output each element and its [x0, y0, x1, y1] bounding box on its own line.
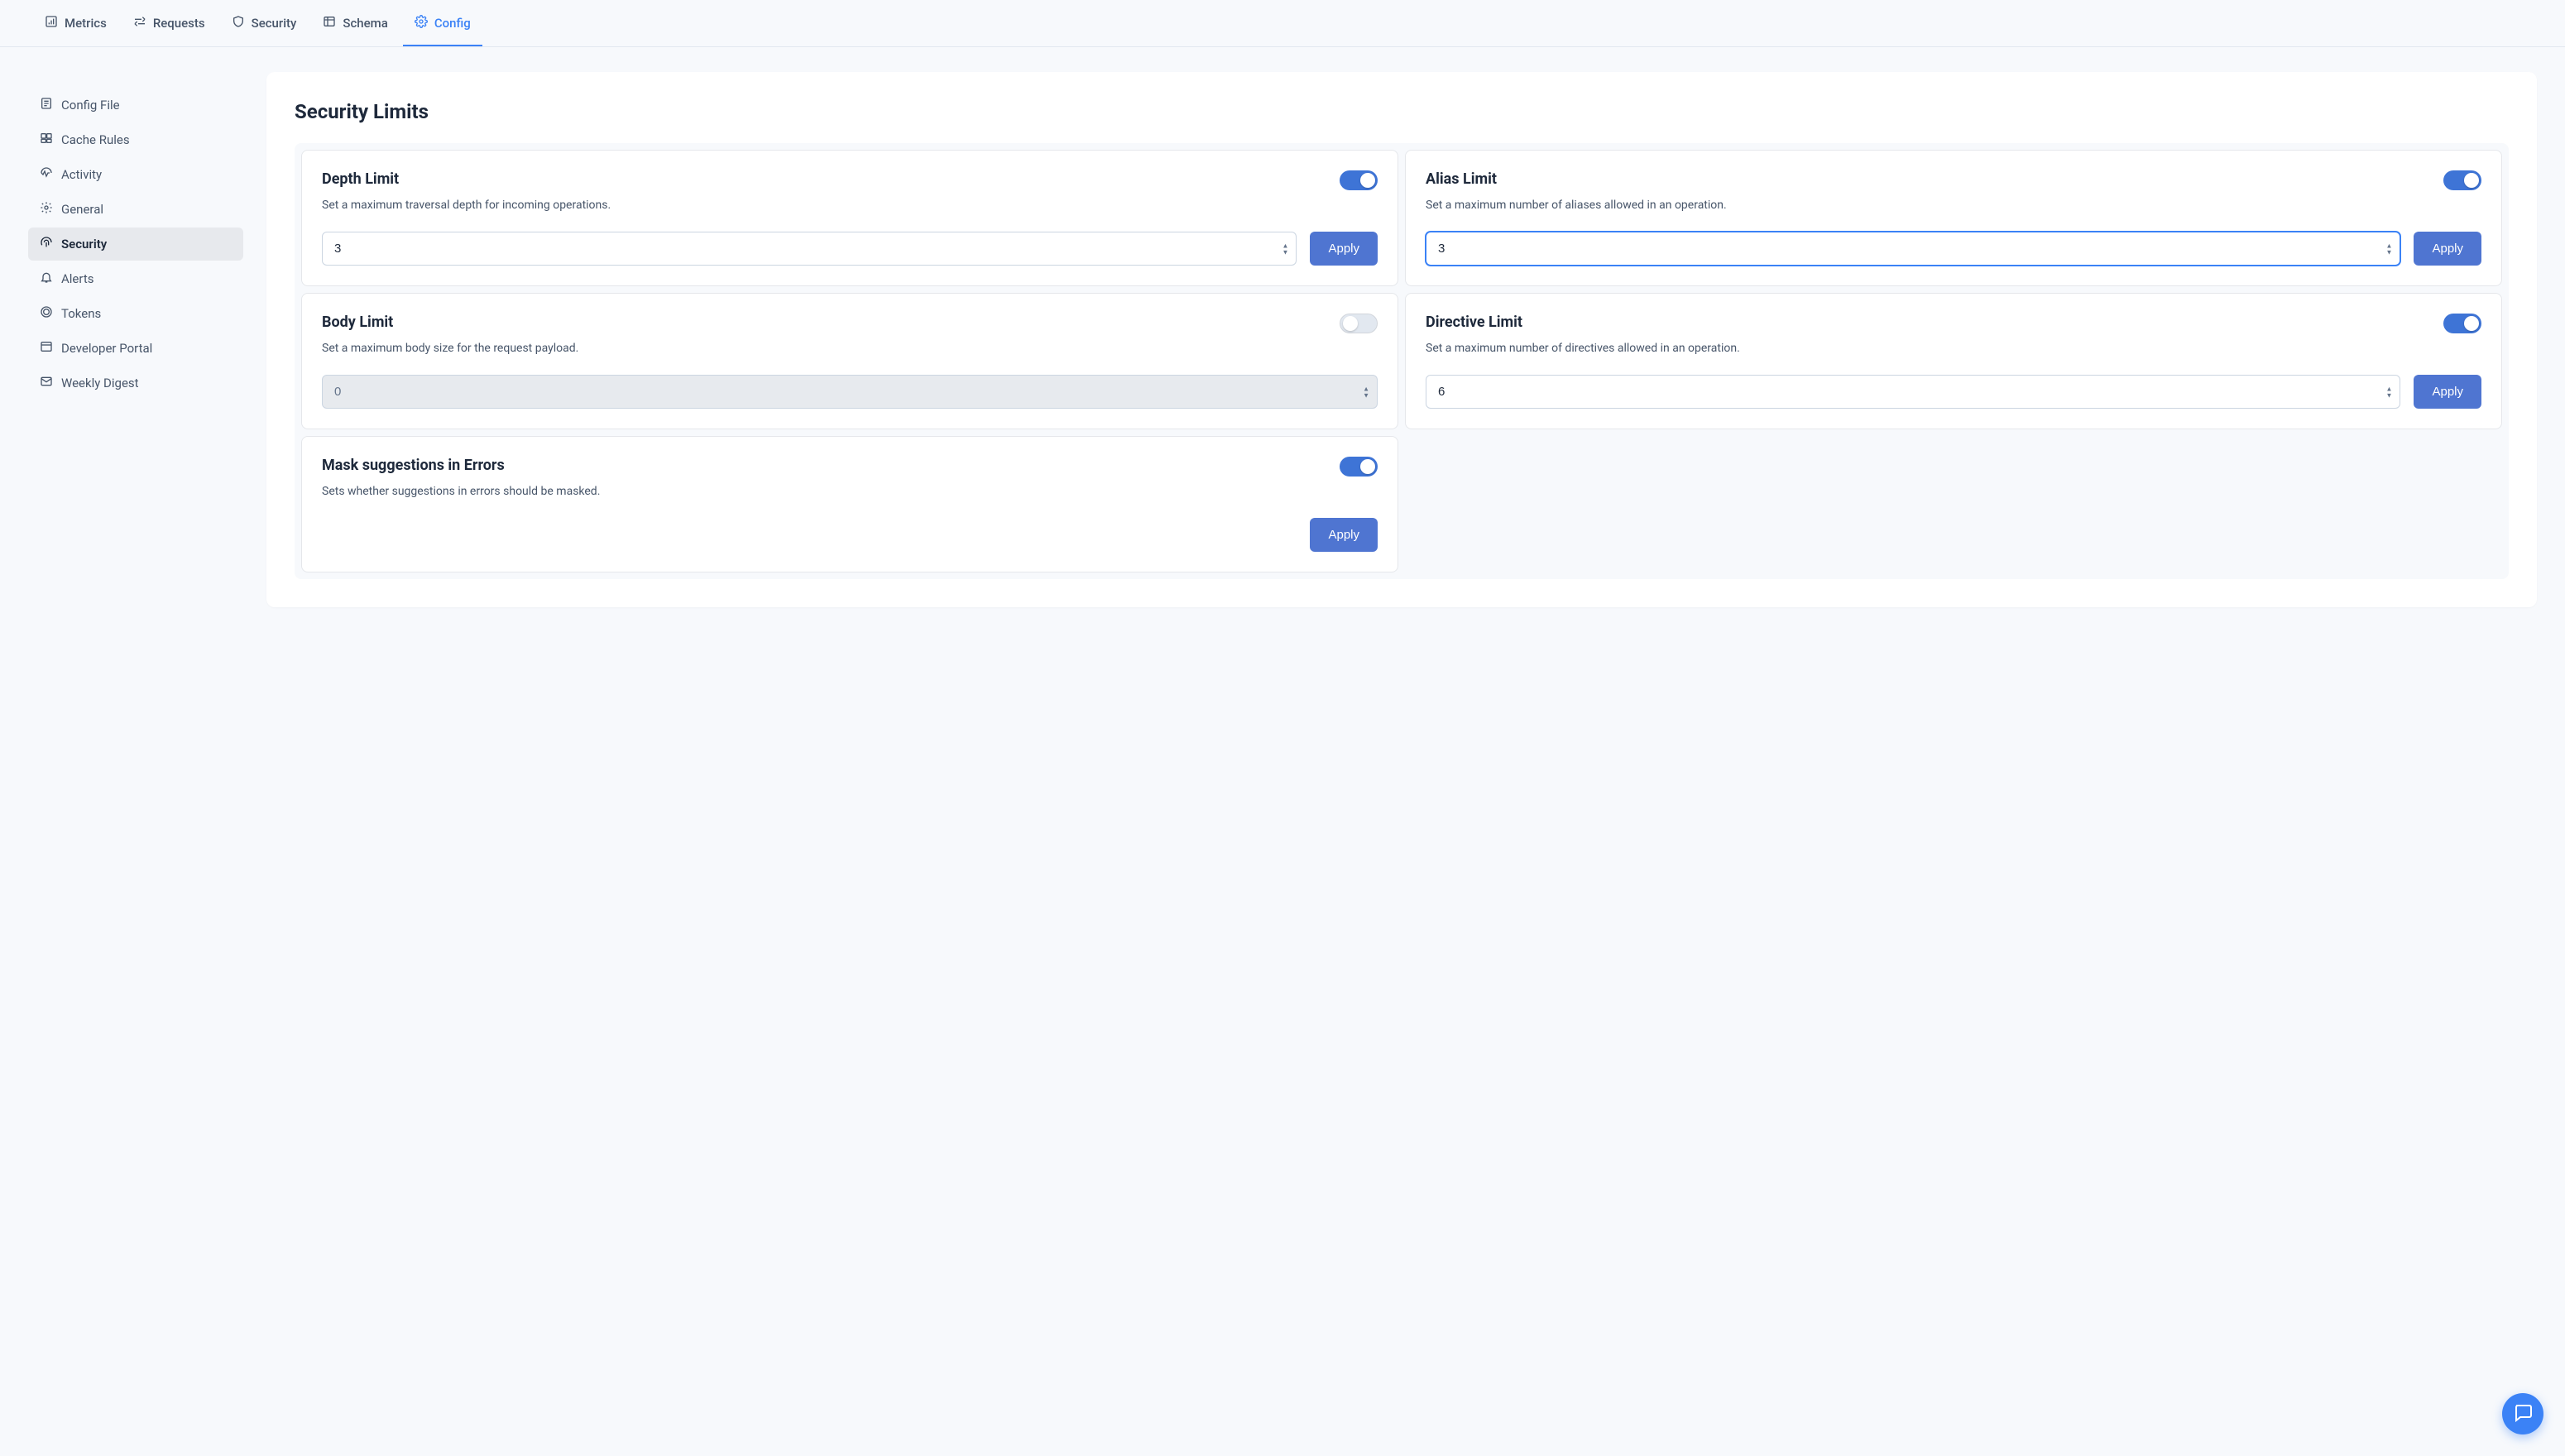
requests-icon — [133, 15, 146, 31]
sidebar-item-activity[interactable]: Activity — [28, 158, 243, 191]
depth-limit-input[interactable] — [322, 232, 1297, 266]
sidebar-item-tokens[interactable]: Tokens — [28, 297, 243, 330]
depth-limit-apply-button[interactable]: Apply — [1310, 232, 1378, 266]
mail-icon — [40, 375, 53, 391]
page-title: Security Limits — [295, 100, 2509, 123]
body-limit-toggle[interactable] — [1340, 314, 1378, 333]
card-title: Directive Limit — [1426, 314, 1522, 331]
schema-icon — [323, 15, 336, 31]
bell-icon — [40, 271, 53, 287]
sidebar-item-label: Tokens — [61, 306, 101, 321]
sidebar-item-label: Security — [61, 237, 107, 251]
tab-requests[interactable]: Requests — [122, 0, 217, 46]
fingerprint-icon — [40, 236, 53, 252]
stepper-icon: ▲▼ — [1361, 386, 1371, 398]
sidebar-item-label: Alerts — [61, 271, 94, 286]
sidebar-item-security[interactable]: Security — [28, 228, 243, 261]
sidebar-item-label: Config File — [61, 98, 120, 113]
sidebar: Config File Cache Rules Activity General… — [28, 72, 243, 607]
stepper-icon[interactable]: ▲▼ — [1281, 242, 1291, 255]
sidebar-item-label: Activity — [61, 167, 102, 182]
alias-limit-toggle[interactable] — [2443, 170, 2481, 190]
tab-label: Schema — [343, 16, 387, 31]
card-desc: Sets whether suggestions in errors shoul… — [322, 485, 1378, 498]
sidebar-item-alerts[interactable]: Alerts — [28, 262, 243, 295]
card-body-limit: Body Limit Set a maximum body size for t… — [301, 293, 1398, 429]
card-desc: Set a maximum number of directives allow… — [1426, 342, 2481, 355]
sidebar-item-cache-rules[interactable]: Cache Rules — [28, 123, 243, 156]
coin-icon — [40, 305, 53, 322]
tab-schema[interactable]: Schema — [311, 0, 399, 46]
chat-icon — [2513, 1402, 2533, 1425]
card-depth-limit: Depth Limit Set a maximum traversal dept… — [301, 150, 1398, 286]
card-title: Depth Limit — [322, 170, 399, 188]
cache-icon — [40, 132, 53, 148]
card-mask-errors: Mask suggestions in Errors Sets whether … — [301, 436, 1398, 572]
directive-limit-input[interactable] — [1426, 375, 2400, 409]
sidebar-item-label: General — [61, 202, 103, 217]
top-tabs: Metrics Requests Security Schema Config — [0, 0, 2565, 47]
card-desc: Set a maximum traversal depth for incomi… — [322, 199, 1378, 212]
directive-limit-toggle[interactable] — [2443, 314, 2481, 333]
tab-label: Requests — [153, 16, 205, 31]
sidebar-item-label: Weekly Digest — [61, 376, 139, 390]
alias-limit-apply-button[interactable]: Apply — [2414, 232, 2481, 266]
card-alias-limit: Alias Limit Set a maximum number of alia… — [1405, 150, 2502, 286]
tab-label: Security — [252, 16, 297, 31]
cards-grid: Depth Limit Set a maximum traversal dept… — [295, 143, 2509, 579]
mask-errors-apply-button[interactable]: Apply — [1310, 518, 1378, 552]
sidebar-item-label: Cache Rules — [61, 132, 130, 147]
sidebar-item-general[interactable]: General — [28, 193, 243, 226]
browser-icon — [40, 340, 53, 357]
shield-icon — [232, 15, 245, 31]
tab-label: Config — [434, 16, 471, 31]
directive-limit-apply-button[interactable]: Apply — [2414, 375, 2481, 409]
tab-label: Metrics — [65, 16, 107, 31]
tab-metrics[interactable]: Metrics — [33, 0, 118, 46]
sidebar-item-label: Developer Portal — [61, 341, 152, 356]
stepper-icon[interactable]: ▲▼ — [2385, 242, 2395, 255]
card-title: Alias Limit — [1426, 170, 1497, 188]
stepper-icon[interactable]: ▲▼ — [2385, 386, 2395, 398]
card-title: Mask suggestions in Errors — [322, 457, 505, 474]
gear-icon — [40, 201, 53, 218]
sidebar-item-config-file[interactable]: Config File — [28, 89, 243, 122]
chat-launcher-button[interactable] — [2502, 1393, 2543, 1434]
gear-icon — [415, 15, 428, 31]
mask-errors-toggle[interactable] — [1340, 457, 1378, 477]
card-desc: Set a maximum body size for the request … — [322, 342, 1378, 355]
metrics-icon — [45, 15, 58, 31]
tab-security[interactable]: Security — [220, 0, 309, 46]
sidebar-item-weekly-digest[interactable]: Weekly Digest — [28, 366, 243, 400]
alias-limit-input[interactable] — [1426, 232, 2400, 266]
main-panel: Security Limits Depth Limit Set a maximu… — [266, 72, 2537, 607]
card-title: Body Limit — [322, 314, 393, 331]
sidebar-item-developer-portal[interactable]: Developer Portal — [28, 332, 243, 365]
depth-limit-toggle[interactable] — [1340, 170, 1378, 190]
file-icon — [40, 97, 53, 113]
tab-config[interactable]: Config — [403, 0, 482, 46]
activity-icon — [40, 166, 53, 183]
card-desc: Set a maximum number of aliases allowed … — [1426, 199, 2481, 212]
body-limit-input — [322, 375, 1378, 409]
card-directive-limit: Directive Limit Set a maximum number of … — [1405, 293, 2502, 429]
